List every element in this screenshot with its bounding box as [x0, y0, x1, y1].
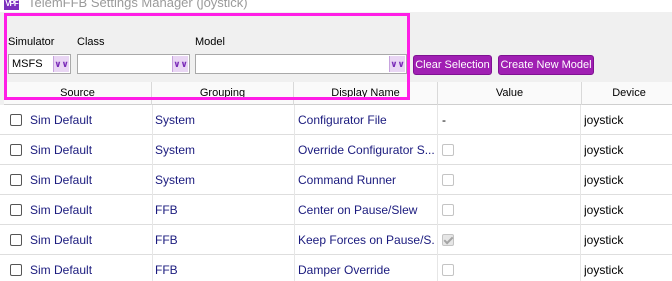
model-select[interactable]: ∨∨	[195, 54, 407, 74]
chevron-down-icon: ∨∨	[172, 56, 188, 72]
cell-device: joystick	[584, 203, 624, 217]
table-row[interactable]: Sim Default System Override Configurator…	[0, 135, 672, 165]
cell-display-name: Center on Pause/Slew	[298, 203, 418, 217]
table-row[interactable]: Sim Default FFB Center on Pause/Slew joy…	[0, 195, 672, 225]
table-row[interactable]: Sim Default System Command Runner joysti…	[0, 165, 672, 195]
cell-display-name: Configurator File	[298, 113, 387, 127]
class-label: Class	[77, 36, 105, 48]
column-divider	[437, 105, 438, 281]
table-row[interactable]: Sim Default System Configurator File - j…	[0, 105, 672, 135]
column-header-source[interactable]: Source	[4, 82, 152, 105]
column-header-device[interactable]: Device	[582, 82, 672, 105]
row-select-checkbox[interactable]	[10, 234, 22, 246]
column-header-grouping[interactable]: Grouping	[152, 82, 294, 105]
table-header: Source Grouping Display Name Value Devic…	[4, 82, 672, 105]
app-logo-icon: VPF	[4, 0, 19, 10]
row-select-checkbox[interactable]	[10, 114, 22, 126]
cell-device: joystick	[584, 143, 624, 157]
row-select-checkbox[interactable]	[10, 264, 22, 276]
cell-grouping: FFB	[155, 233, 178, 247]
row-select-checkbox[interactable]	[10, 174, 22, 186]
cell-grouping: System	[155, 173, 196, 187]
row-select-checkbox[interactable]	[10, 144, 22, 156]
simulator-label: Simulator	[8, 36, 55, 48]
cell-source: Sim Default	[30, 143, 93, 157]
cell-grouping: System	[155, 113, 196, 127]
cell-display-name: Damper Override	[298, 263, 391, 277]
cell-display-name: Override Configurator S...	[298, 143, 435, 157]
cell-display-name: Keep Forces on Pause/S...	[298, 233, 435, 247]
value-checkbox[interactable]	[442, 174, 454, 186]
value-checkbox[interactable]	[442, 144, 454, 156]
model-label: Model	[195, 36, 225, 48]
value-checkbox[interactable]	[442, 264, 454, 276]
value-checkbox[interactable]	[442, 204, 454, 216]
column-divider	[580, 105, 581, 281]
settings-table: Sim Default System Configurator File - j…	[0, 105, 672, 281]
window-title: TelemFFB Settings Manager (joystick)	[28, 0, 248, 10]
cell-device: joystick	[584, 173, 624, 187]
cell-source: Sim Default	[30, 233, 93, 247]
row-select-checkbox[interactable]	[10, 204, 22, 216]
cell-grouping: FFB	[155, 203, 178, 217]
simulator-select-value: MSFS	[12, 58, 43, 70]
chevron-down-icon: ∨∨	[389, 56, 405, 72]
class-select[interactable]: ∨∨	[77, 54, 190, 74]
cell-source: Sim Default	[30, 173, 93, 187]
column-divider	[152, 105, 153, 281]
column-header-display-name[interactable]: Display Name	[294, 82, 438, 105]
cell-device: joystick	[584, 233, 624, 247]
create-new-model-button[interactable]: Create New Model	[498, 55, 594, 75]
table-row[interactable]: Sim Default FFB Damper Override joystick	[0, 255, 672, 281]
value-checkbox[interactable]	[442, 234, 454, 246]
cell-source: Sim Default	[30, 263, 93, 277]
title-bar: VPF TelemFFB Settings Manager (joystick)	[0, 0, 672, 12]
cell-source: Sim Default	[30, 113, 93, 127]
chevron-down-icon: ∨∨	[53, 56, 69, 72]
column-divider	[294, 105, 295, 281]
clear-selection-button[interactable]: Clear Selection	[413, 55, 492, 75]
cell-display-name: Command Runner	[298, 173, 397, 187]
table-row[interactable]: Sim Default FFB Keep Forces on Pause/S..…	[0, 225, 672, 255]
column-header-value[interactable]: Value	[438, 82, 582, 105]
cell-grouping: System	[155, 143, 196, 157]
cell-device: joystick	[584, 263, 624, 277]
simulator-select[interactable]: MSFS ∨∨	[8, 54, 71, 74]
cell-device: joystick	[584, 113, 624, 127]
cell-grouping: FFB	[155, 263, 178, 277]
cell-source: Sim Default	[30, 203, 93, 217]
cell-value: -	[442, 113, 446, 127]
